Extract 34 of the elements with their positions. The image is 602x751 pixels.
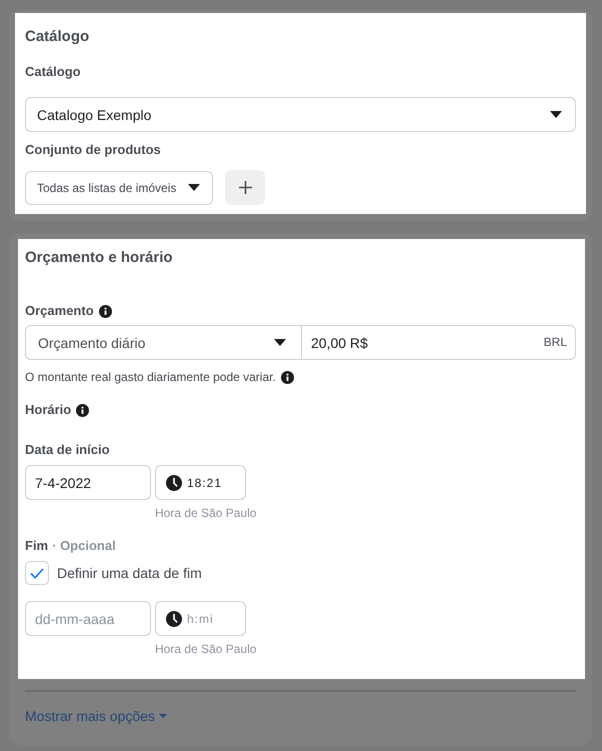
budget-type-dropdown[interactable]: Orçamento diário [25, 325, 302, 360]
info-icon[interactable] [98, 304, 112, 318]
time-field[interactable]: 18:21 [155, 465, 246, 500]
checkbox-label[interactable]: Definir uma data de fim [57, 565, 202, 581]
checkbox[interactable] [25, 561, 49, 585]
section-title: Catálogo [25, 27, 90, 47]
caret-icon [550, 111, 562, 118]
check-icon [30, 568, 44, 578]
time-field[interactable]: h:mi [155, 601, 246, 636]
optional-label: · Opcional [52, 537, 116, 555]
caret-icon [188, 184, 200, 191]
field-label: Data de início [25, 441, 111, 459]
add-button[interactable] [225, 170, 266, 205]
clock-icon [166, 610, 182, 626]
timezone-note: Hora de São Paulo [155, 505, 256, 521]
caret-icon [158, 714, 167, 718]
plus-icon [238, 181, 252, 194]
field-label: Fim [25, 537, 48, 555]
product-set-dropdown[interactable]: Todas as listas de imóveis [25, 170, 214, 204]
currency-label: BRL [544, 335, 567, 349]
info-icon[interactable] [76, 404, 90, 416]
clock-icon [166, 474, 182, 490]
field-label: Conjunto de produtos [25, 141, 162, 159]
info-icon[interactable] [280, 370, 294, 384]
date-field[interactable]: dd-mm-aaaa [25, 601, 151, 636]
field-label: Horário [25, 401, 72, 419]
field-label: Orçamento [25, 302, 94, 320]
helper-text: O montante real gasto diariamente pode variar. [25, 369, 276, 385]
field-label: Catálogo [25, 63, 82, 81]
catalog-dropdown[interactable]: Catalogo Exemplo [25, 97, 576, 132]
caret-icon [274, 339, 286, 346]
timezone-note: Hora de São Paulo [155, 641, 256, 657]
section-title: Orçamento e horário [25, 248, 174, 268]
date-field[interactable]: 7-4-2022 [25, 465, 151, 500]
